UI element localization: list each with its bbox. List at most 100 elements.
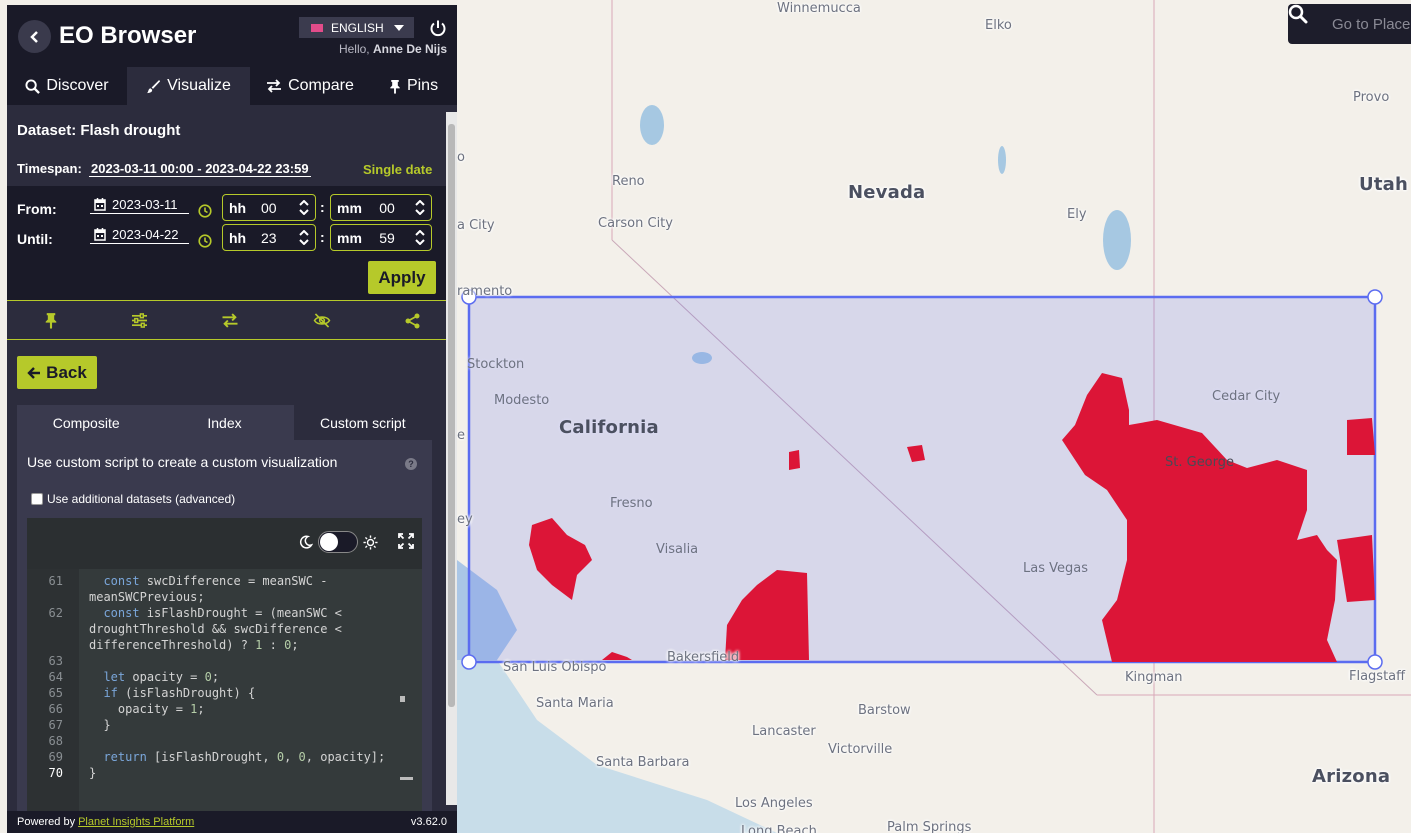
panel-scrollbar[interactable] (446, 112, 457, 805)
spinner-icon[interactable] (299, 200, 309, 215)
line-number: 62 (48, 606, 63, 620)
caret-down-icon (394, 25, 404, 31)
code-line: 69 return [isFlashDrought, 0, 0, opacity… (27, 749, 386, 765)
timespan-label: Timespan: (17, 161, 82, 176)
tab-composite[interactable]: Composite (17, 405, 155, 440)
city-label: Victorville (828, 742, 893, 757)
code-text: const swcDifference = meanSWC - (103, 574, 328, 588)
city-label: Provo (1353, 90, 1390, 105)
city-label: ramento (457, 284, 513, 299)
scrollbar-thumb[interactable] (448, 124, 455, 707)
panel-footer: Powered by Planet Insights Platform v3.6… (7, 811, 457, 833)
pin-icon[interactable] (44, 312, 58, 329)
help-icon[interactable]: ? (405, 458, 417, 470)
back-button[interactable]: Back (17, 356, 97, 389)
greeting: Hello, Anne De Nijs (339, 42, 447, 56)
until-minute-value: 59 (379, 229, 395, 246)
mm-label: mm (337, 199, 362, 216)
until-hour-stepper[interactable]: hh 23 (222, 224, 316, 251)
line-number: 66 (48, 702, 63, 716)
layer-toolbar (7, 302, 457, 340)
timespan-editor: From: Until: 2023-03-11 2023-04-22 hh 00… (7, 186, 457, 301)
additional-datasets-option[interactable]: Use additional datasets (advanced) (31, 492, 235, 506)
city-label: a City (457, 218, 495, 233)
city-label: Visalia (656, 542, 699, 557)
additional-datasets-label: Use additional datasets (advanced) (47, 492, 236, 506)
tab-visualize[interactable]: Visualize (127, 67, 250, 105)
line-number: 68 (48, 734, 63, 748)
code-text: } (89, 718, 111, 732)
clock-icon (198, 234, 212, 248)
city-label: Lancaster (752, 724, 816, 739)
greeting-prefix: Hello, (338, 42, 370, 56)
tab-custom-script[interactable]: Custom script (293, 405, 432, 440)
spinner-icon[interactable] (415, 230, 425, 245)
code-text: return [isFlashDrought, 0, 0, opacity]; (103, 750, 386, 764)
city-label: Carson City (598, 216, 673, 231)
app-title: EO Browser (59, 22, 197, 49)
code-area[interactable]: 61 const swcDifference = meanSWC - meanSW… (27, 569, 422, 818)
eye-slash-icon[interactable] (312, 313, 332, 328)
share-icon[interactable] (405, 313, 420, 329)
from-date-input[interactable]: 2023-03-11 (90, 196, 189, 214)
arrow-left-icon (27, 366, 41, 379)
tab-label: Visualize (167, 77, 231, 94)
expand-icon[interactable] (398, 533, 414, 549)
from-minute-stepper[interactable]: mm 00 (330, 194, 432, 221)
code-text: droughtThreshold && swcDifference < (89, 622, 342, 636)
map-canvas[interactable]: Nevada Utah California Arizona Winnemucc… (457, 0, 1411, 833)
state-label: Nevada (848, 182, 926, 203)
until-minute-stepper[interactable]: mm 59 (330, 224, 432, 251)
theme-toggle[interactable] (318, 531, 358, 553)
compare-icon[interactable] (221, 313, 239, 328)
timespan-value[interactable]: 2023-03-11 00:00 - 2023-04-22 23:59 (89, 161, 311, 177)
code-line: 62 const isFlashDrought = (meanSWC < (27, 605, 342, 621)
place-search-input[interactable] (1328, 4, 1411, 44)
sliders-icon[interactable] (131, 313, 148, 328)
city-label: ey (457, 512, 473, 527)
time-separator: : (320, 229, 325, 245)
language-label: ENGLISH (331, 20, 384, 35)
single-date-link[interactable]: Single date (363, 162, 432, 177)
tab-compare[interactable]: Compare (250, 67, 370, 105)
lake (1103, 210, 1131, 270)
line-number: 61 (48, 574, 63, 588)
power-icon[interactable] (429, 19, 447, 42)
place-search[interactable] (1288, 4, 1411, 44)
code-line: 67 } (27, 717, 111, 733)
city-label: Bakersfield (667, 650, 740, 665)
code-line: 66 opacity = 1; (27, 701, 205, 717)
city-label: St. George (1165, 455, 1235, 470)
side-panel: EO Browser ENGLISH Hello, Anne De Nijs D… (7, 5, 457, 833)
calendar-icon (94, 198, 106, 211)
apply-button[interactable]: Apply (368, 261, 436, 294)
calendar-icon (94, 228, 106, 241)
search-icon[interactable] (1288, 4, 1328, 44)
tab-discover[interactable]: Discover (7, 67, 127, 105)
tab-index[interactable]: Index (155, 405, 293, 440)
spinner-icon[interactable] (415, 200, 425, 215)
tab-pins[interactable]: Pins (370, 67, 457, 105)
mm-label: mm (337, 229, 362, 246)
sun-icon (363, 535, 378, 550)
additional-datasets-checkbox[interactable] (31, 493, 43, 505)
code-line: droughtThreshold && swcDifference < (27, 621, 342, 637)
language-select[interactable]: ENGLISH (299, 17, 414, 38)
code-text: let opacity = 0; (103, 670, 220, 684)
spinner-icon[interactable] (299, 230, 309, 245)
brush-icon (147, 79, 161, 93)
city-label: Flagstaff (1349, 669, 1406, 684)
until-label: Until: (17, 231, 53, 247)
main-tabs: Discover Visualize Compare Pins (7, 67, 457, 105)
until-date-input[interactable]: 2023-04-22 (90, 226, 189, 244)
custom-script-description: Use custom script to create a custom vis… (27, 454, 338, 470)
collapse-panel-button[interactable] (18, 20, 51, 53)
from-hour-stepper[interactable]: hh 00 (222, 194, 316, 221)
from-minute-value: 00 (379, 199, 395, 216)
pin-icon (390, 79, 400, 94)
platform-link[interactable]: Planet Insights Platform (78, 816, 194, 828)
until-hour-value: 23 (261, 229, 277, 246)
city-label: Barstow (858, 703, 911, 718)
from-date-value: 2023-03-11 (112, 197, 178, 212)
code-editor[interactable]: 61 const swcDifference = meanSWC - meanSW… (27, 518, 422, 818)
